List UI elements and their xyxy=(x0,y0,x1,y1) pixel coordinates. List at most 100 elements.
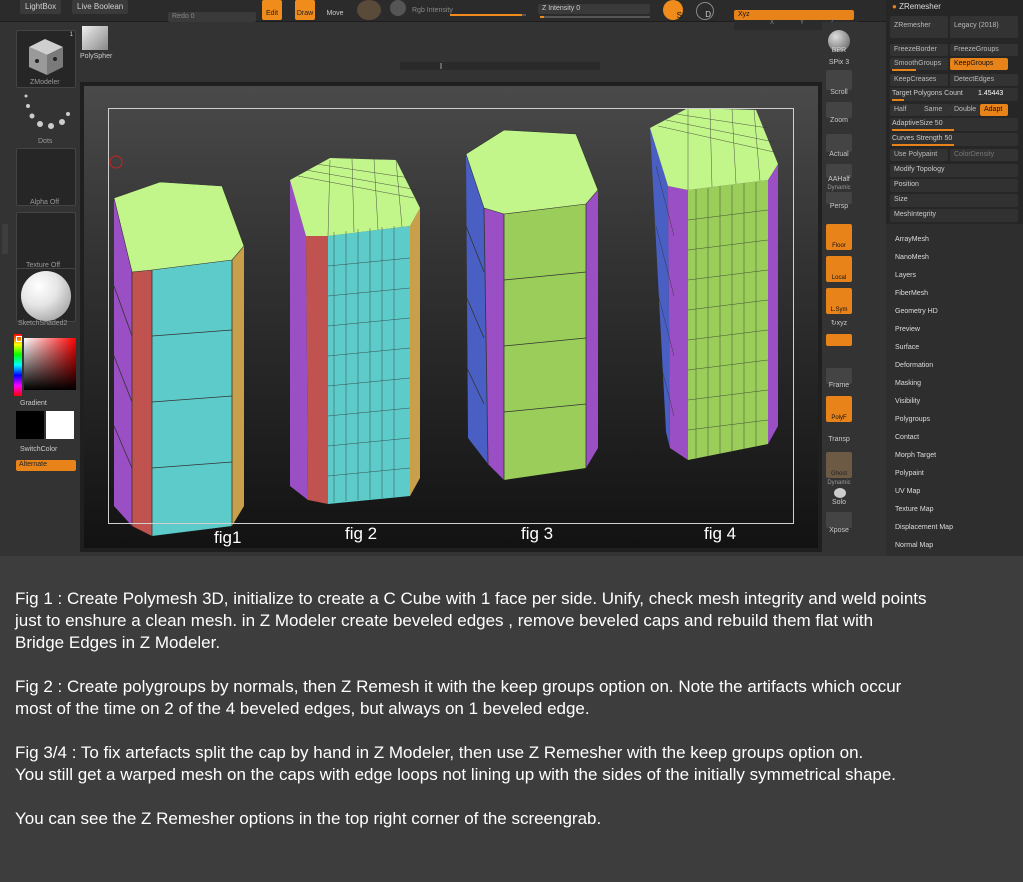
rgb-toggle-icon[interactable] xyxy=(390,0,406,16)
ghost-button[interactable]: Ghost xyxy=(826,452,852,478)
freeze-border-button[interactable]: FreezeBorder xyxy=(890,44,948,56)
subpalette-masking[interactable]: Masking xyxy=(895,380,921,387)
freeze-groups-button[interactable]: FreezeGroups xyxy=(950,44,1018,56)
actual-button[interactable] xyxy=(826,134,852,152)
subpalette-polypaint[interactable]: Polypaint xyxy=(895,470,924,477)
dynamic-label: Dynamic xyxy=(827,185,851,191)
curves-strength-slider[interactable]: Curves Strength 50 xyxy=(890,133,1018,146)
xyz-button[interactable]: Xyz xyxy=(734,10,754,20)
same-button[interactable]: Same xyxy=(920,104,950,116)
scroll-button[interactable] xyxy=(826,70,852,90)
caption-fig2-line1: Fig 2 : Create polygroups by normals, th… xyxy=(15,677,902,696)
color-marker[interactable] xyxy=(16,336,22,342)
adaptive-size-slider[interactable]: AdaptiveSize 50 xyxy=(890,118,1018,131)
subpalette-morph-target[interactable]: Morph Target xyxy=(895,452,936,459)
subpalette-nanomesh[interactable]: NanoMesh xyxy=(895,254,929,261)
tool-palette: ● ZRemesher ZRemesher Legacy (2018) Free… xyxy=(886,0,1023,556)
material-sphere-icon xyxy=(21,271,71,321)
solo-icon[interactable] xyxy=(834,488,846,498)
xpose-label: Xpose xyxy=(829,527,849,534)
color-picker[interactable] xyxy=(14,334,76,396)
alternate-button[interactable]: Alternate xyxy=(16,460,76,471)
polysphere-tool-thumb[interactable] xyxy=(82,26,108,50)
floor-button[interactable]: Floor xyxy=(826,224,852,250)
double-button[interactable]: Double xyxy=(950,104,980,116)
zoom-button[interactable] xyxy=(826,102,852,118)
xpose-button[interactable] xyxy=(826,512,852,528)
left-shelf-handle[interactable] xyxy=(2,224,8,254)
local-label: Local xyxy=(831,275,847,281)
saturation-square[interactable] xyxy=(24,338,76,390)
spix-slider[interactable]: SPix 3 xyxy=(822,59,856,66)
legacy-button[interactable]: Legacy (2018) xyxy=(950,16,1018,38)
caption-options-line1: You can see the Z Remesher options in th… xyxy=(15,809,602,828)
switch-color-button[interactable]: SwitchColor xyxy=(20,446,57,453)
fig4-label: fig 4 xyxy=(704,524,737,543)
top-toolbar: LightBox Live Boolean Redo 0 Edit Draw M… xyxy=(0,0,1023,22)
target-polygons-slider[interactable]: Target Polygons Count 1.45443 xyxy=(890,88,1018,101)
lsym-button[interactable]: L.Sym xyxy=(826,288,852,314)
brush-icon[interactable] xyxy=(357,0,381,20)
material-tile[interactable] xyxy=(16,268,76,322)
s-toggle-icon[interactable]: S xyxy=(663,0,683,20)
live-boolean-button[interactable]: Live Boolean xyxy=(72,0,129,14)
caption-fig1: Fig 1 : Create Polymesh 3D, initialize t… xyxy=(15,588,1008,654)
stroke-dots-tile[interactable] xyxy=(16,92,76,142)
edit-button[interactable]: Edit xyxy=(262,0,282,20)
subpalette-deformation[interactable]: Deformation xyxy=(895,362,933,369)
dots-label: Dots xyxy=(38,138,53,145)
persp-label: Persp xyxy=(829,203,849,210)
fig3-label: fig 3 xyxy=(521,524,554,543)
lightbox-button[interactable]: LightBox xyxy=(20,0,62,14)
z-intensity-slider[interactable]: Z Intensity 0 xyxy=(538,4,650,14)
d-toggle-icon[interactable]: D xyxy=(696,2,714,20)
scroll-label: Scroll xyxy=(830,89,848,96)
adaptive-size-fill xyxy=(892,129,954,131)
rgb-intensity-slider[interactable] xyxy=(450,14,526,16)
subpalette-preview[interactable]: Preview xyxy=(895,326,920,333)
caption-fig1-line3: Bridge Edges in Z Modeler. xyxy=(15,633,221,652)
move-button[interactable]: Move xyxy=(325,0,345,20)
subpalette-contact[interactable]: Contact xyxy=(895,434,919,441)
modify-topology-button[interactable]: Modify Topology xyxy=(890,164,1018,177)
zoom-label: Zoom xyxy=(830,117,848,124)
detect-edges-button[interactable]: DetectEdges xyxy=(950,74,1018,86)
curves-strength-label: Curves Strength 50 xyxy=(892,135,953,142)
rotate-y-button[interactable] xyxy=(826,334,852,346)
primary-color-swatch[interactable] xyxy=(46,411,74,439)
secondary-color-swatch[interactable] xyxy=(16,411,44,439)
subpalette-layers[interactable]: Layers xyxy=(895,272,916,279)
polyf-button[interactable]: PolyF xyxy=(826,396,852,422)
zremesher-button[interactable]: ZRemesher xyxy=(890,16,948,38)
keep-groups-button[interactable]: KeepGroups xyxy=(950,58,1008,70)
subpalette-geometry-hd[interactable]: Geometry HD xyxy=(895,308,938,315)
subpalette-displacement-map[interactable]: Displacement Map xyxy=(895,524,953,531)
subpalette-fibermesh[interactable]: FiberMesh xyxy=(895,290,928,297)
keep-creases-button[interactable]: KeepCreases xyxy=(890,74,948,86)
hue-strip[interactable] xyxy=(14,334,22,396)
subpalette-visibility[interactable]: Visibility xyxy=(895,398,920,405)
redo-button[interactable]: Redo 0 xyxy=(168,12,256,22)
curves-strength-fill xyxy=(892,144,954,146)
transp-label[interactable]: Transp xyxy=(822,436,856,443)
subpalette-polygroups[interactable]: Polygroups xyxy=(895,416,930,423)
size-button[interactable]: Size xyxy=(890,194,1018,207)
subpalette-arraymesh[interactable]: ArrayMesh xyxy=(895,236,929,243)
local-button[interactable]: Local xyxy=(826,256,852,282)
rotate-xyz-button[interactable]: ↻xyz xyxy=(822,319,856,327)
subpalette-uv-map[interactable]: UV Map xyxy=(895,488,920,495)
zremesher-title[interactable]: ● ZRemesher xyxy=(892,2,941,11)
viewport-top-scroll[interactable] xyxy=(400,62,600,70)
frame-label: Frame xyxy=(828,382,850,389)
half-button[interactable]: Half xyxy=(890,104,920,116)
position-button[interactable]: Position xyxy=(890,179,1018,192)
draw-button[interactable]: Draw xyxy=(295,0,315,20)
subpalette-texture-map[interactable]: Texture Map xyxy=(895,506,934,513)
alpha-tile[interactable] xyxy=(16,148,76,206)
use-polypaint-button[interactable]: Use Polypaint xyxy=(890,149,948,161)
color-density-slider[interactable]: ColorDensity xyxy=(950,149,1018,161)
subpalette-surface[interactable]: Surface xyxy=(895,344,919,351)
adapt-button[interactable]: Adapt xyxy=(980,104,1008,116)
mesh-integrity-button[interactable]: MeshIntegrity xyxy=(890,209,1018,222)
subpalette-normal-map[interactable]: Normal Map xyxy=(895,542,933,549)
